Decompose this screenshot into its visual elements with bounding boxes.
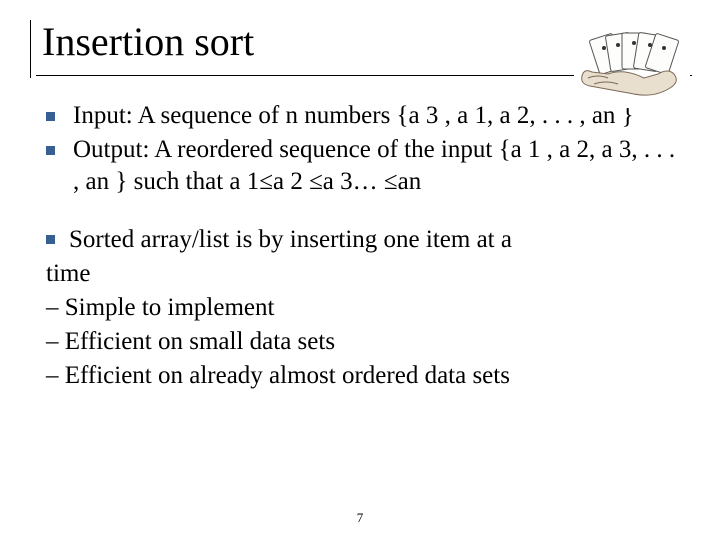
bullet-text: Output: A reordered sequence of the inpu… [73,134,682,198]
square-bullet-icon [46,235,55,244]
paragraph-first-fragment: Sorted array/list is by inserting one it… [69,226,512,253]
paragraph-line: time [46,258,682,290]
paragraph-line: – Simple to implement [46,292,682,324]
slide: Insertion sort [0,0,720,540]
slide-body: Input: A sequence of n numbers {a 3 , a … [36,100,692,392]
title-vertical-rule [30,20,31,78]
square-bullet-icon [46,146,55,155]
paragraph-line: – Efficient on already almost ordered da… [46,360,682,392]
paragraph-line: – Efficient on small data sets [46,326,682,358]
page-number: 7 [0,510,720,526]
top-bullet-list: Input: A sequence of n numbers {a 3 , a … [46,100,682,198]
square-bullet-icon [46,112,55,121]
paragraph-line: Sorted array/list is by inserting one it… [46,224,682,256]
bullet-item: Output: A reordered sequence of the inpu… [46,134,682,198]
paragraph-block: Sorted array/list is by inserting one it… [46,224,682,392]
cards-in-hand-illustration [574,28,690,108]
